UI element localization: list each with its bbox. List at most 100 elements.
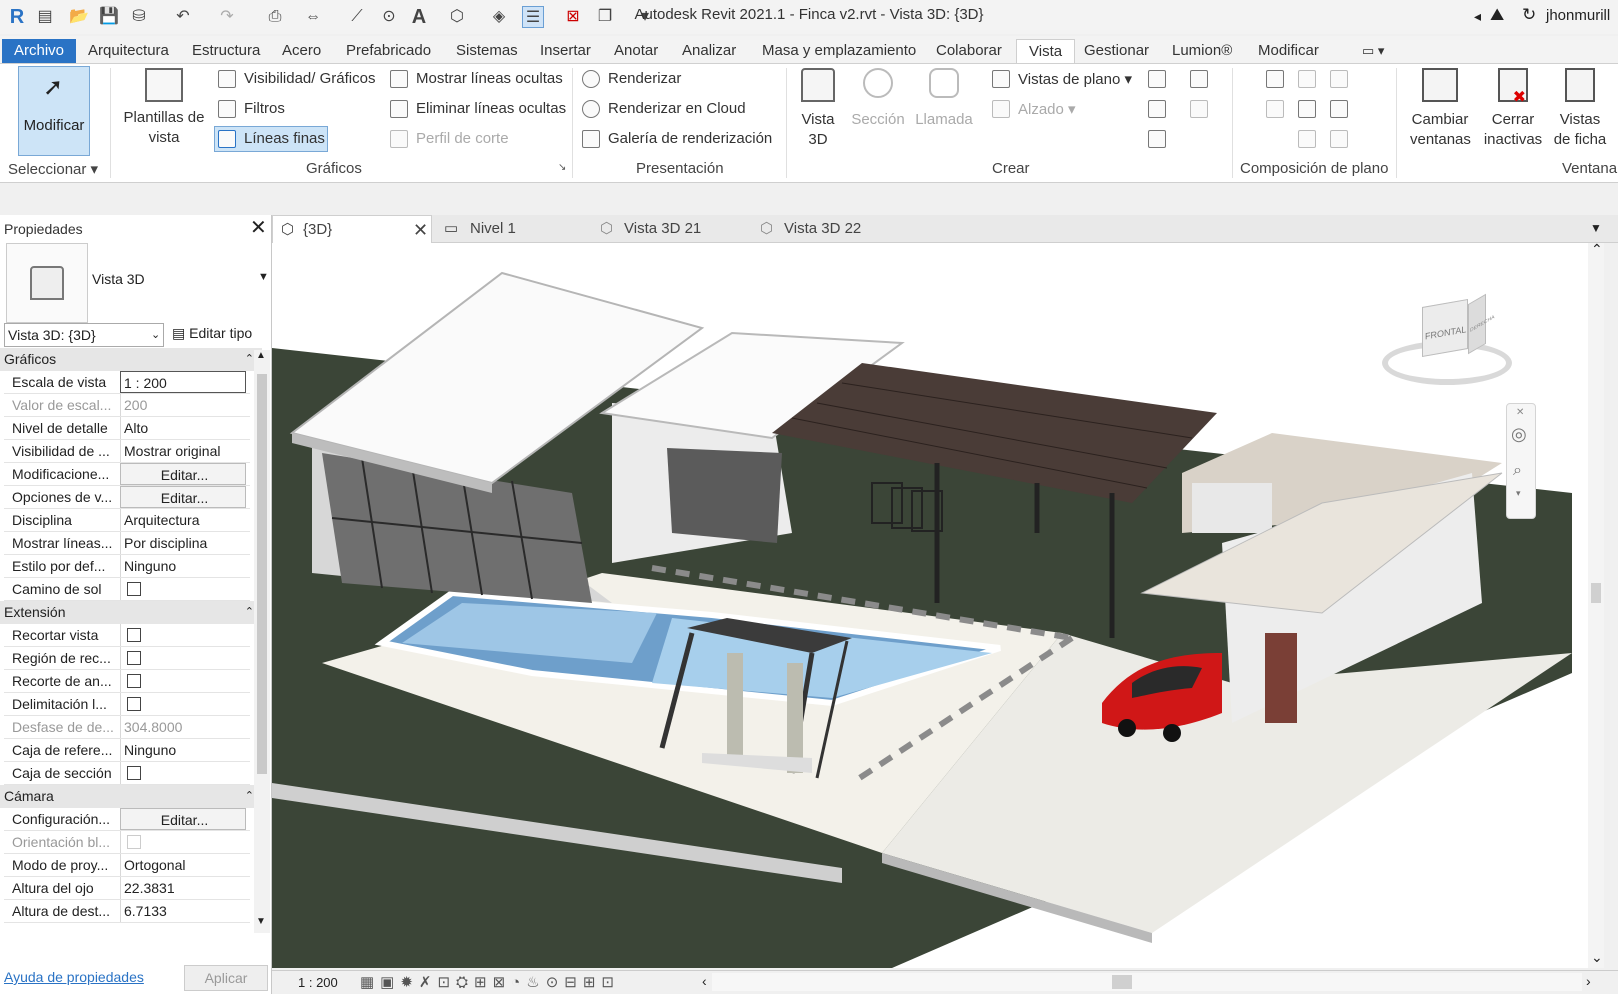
modify-button[interactable]: ➚ Modificar — [18, 66, 90, 156]
tab-gestionar[interactable]: Gestionar — [1078, 39, 1155, 63]
callout-button[interactable]: Llamada — [912, 68, 976, 130]
property-value[interactable]: Mostrar original — [120, 440, 246, 462]
property-checkbox[interactable] — [127, 697, 141, 711]
chevron-down-icon[interactable]: ▾ — [1516, 488, 1521, 499]
close-inactive-button[interactable]: ✖ Cerrar inactivas — [1480, 68, 1546, 150]
tab-analizar[interactable]: Analizar — [676, 39, 742, 63]
scroll-left-icon[interactable]: ‹ — [702, 973, 707, 989]
schedules-icon[interactable] — [1190, 70, 1208, 88]
chevron-up-icon[interactable]: ⌃ — [1591, 241, 1603, 258]
tab-arquitectura[interactable]: Arquitectura — [82, 39, 175, 63]
tab-estructura[interactable]: Estructura — [186, 39, 266, 63]
user-name[interactable]: jhonmurill — [1546, 7, 1610, 24]
property-value[interactable]: Por disciplina — [120, 532, 246, 554]
switch-windows-button[interactable]: Cambiar ventanas — [1404, 68, 1476, 150]
property-value[interactable]: Ortogonal — [120, 854, 246, 876]
group-select-label[interactable]: Seleccionar ▾ — [8, 160, 98, 178]
properties-scrollbar[interactable]: ▲ ▼ — [254, 350, 270, 933]
tab-views-button[interactable]: Vistas de ficha — [1548, 68, 1612, 150]
viewcube[interactable]: FRONTAL DERECHA — [1382, 293, 1512, 385]
plan-views-button[interactable]: Vistas de plano ▾ — [1018, 70, 1132, 88]
scroll-right-icon[interactable]: › — [1586, 973, 1591, 989]
render-gallery-button[interactable]: Galería de renderización — [608, 130, 772, 147]
tabs-menu-icon[interactable]: ▼ — [1590, 221, 1602, 235]
properties-help-link[interactable]: Ayuda de propiedades — [4, 969, 144, 985]
view-3d-button[interactable]: Vista 3D — [792, 68, 844, 150]
property-value[interactable]: 1 : 200 — [120, 371, 246, 393]
remove-hidden-lines-button[interactable]: Eliminar líneas ocultas — [416, 100, 566, 117]
title-block-icon[interactable] — [1330, 70, 1348, 88]
property-checkbox[interactable] — [127, 766, 141, 780]
back-arrow-icon[interactable]: ◂ — [1474, 8, 1481, 25]
scope-box-icon[interactable] — [1190, 100, 1208, 118]
refresh-icon[interactable]: ↻ — [1522, 5, 1536, 25]
edit-type-button[interactable]: ▤ Editar tipo — [172, 325, 252, 342]
dialog-launcher-icon[interactable]: ↘ — [558, 162, 566, 173]
tab-modificar[interactable]: Modificar — [1252, 39, 1325, 63]
view-control-icons[interactable]: ▦▣✹✗⊡⛭⊞⊠◔♨⊙⊟⊞⊡ — [360, 973, 620, 991]
place-view-icon[interactable] — [1298, 70, 1316, 88]
horizontal-scrollbar[interactable] — [712, 973, 1582, 991]
guide-grid-icon[interactable] — [1298, 100, 1316, 118]
filters-button[interactable]: Filtros — [244, 100, 285, 117]
property-edit-button[interactable]: Editar... — [120, 486, 246, 508]
collapse-icon[interactable]: ⌃ — [245, 785, 254, 808]
scroll-thumb[interactable] — [1112, 975, 1132, 989]
viewports-icon[interactable] — [1330, 130, 1348, 148]
matchline-icon[interactable] — [1330, 100, 1348, 118]
view-reference-icon[interactable] — [1298, 130, 1316, 148]
apply-button[interactable]: Aplicar — [184, 965, 268, 991]
tab-vista[interactable]: Vista — [1016, 39, 1076, 63]
revisions-icon[interactable] — [1266, 100, 1284, 118]
type-dropdown-icon[interactable]: ▼ — [258, 271, 269, 283]
property-checkbox[interactable] — [127, 835, 141, 849]
close-icon[interactable]: ✕ — [250, 215, 267, 240]
property-value[interactable]: Arquitectura — [120, 509, 246, 531]
sheet-icon[interactable] — [1266, 70, 1284, 88]
property-value[interactable]: 6.7133 — [120, 900, 246, 922]
cut-profile-button[interactable]: Perfil de corte — [416, 130, 509, 147]
section-button[interactable]: Sección — [846, 68, 910, 130]
view-scale[interactable]: 1 : 200 — [298, 975, 338, 990]
tab-3d[interactable]: ⬡ {3D} ✕ — [272, 215, 432, 243]
3d-viewport[interactable]: FRONTAL DERECHA ✕ ◎ ⌕ ▾ — [272, 243, 1602, 968]
tab-sistemas[interactable]: Sistemas — [450, 39, 524, 63]
property-value[interactable]: Ninguno — [120, 555, 246, 577]
tab-masa-emplazamiento[interactable]: Masa y emplazamiento — [756, 39, 922, 63]
property-checkbox[interactable] — [127, 628, 141, 642]
viewcube-front[interactable]: FRONTAL — [1422, 298, 1468, 358]
tab-acero[interactable]: Acero — [276, 39, 327, 63]
tab-vista-3d-21[interactable]: ⬡ Vista 3D 21 — [600, 215, 750, 243]
legends-icon[interactable] — [1148, 130, 1166, 148]
tab-archivo[interactable]: Archivo — [2, 39, 77, 63]
chevron-down-icon[interactable]: ⌄ — [1591, 949, 1603, 966]
tab-anotar[interactable]: Anotar — [608, 39, 664, 63]
property-edit-button[interactable]: Editar... — [120, 463, 246, 485]
visibility-graphics-button[interactable]: Visibilidad/ Gráficos — [244, 70, 375, 87]
collapse-icon[interactable]: ⌃ — [245, 348, 254, 371]
render-button[interactable]: Renderizar — [608, 70, 681, 87]
tab-insertar[interactable]: Insertar — [534, 39, 597, 63]
close-icon[interactable]: ✕ — [1516, 407, 1524, 418]
view-templates-button[interactable]: Plantillas de vista — [118, 68, 210, 148]
property-checkbox[interactable] — [127, 674, 141, 688]
show-hidden-lines-button[interactable]: Mostrar líneas ocultas — [416, 70, 563, 87]
chevron-up-icon[interactable]: ▲ — [256, 350, 266, 361]
steering-wheel-icon[interactable]: ◎ — [1511, 424, 1527, 445]
type-name[interactable]: Vista 3D — [92, 271, 145, 287]
property-checkbox[interactable] — [127, 651, 141, 665]
duplicate-view-icon[interactable] — [1148, 100, 1166, 118]
property-value[interactable]: Alto — [120, 417, 246, 439]
instance-selector[interactable]: Vista 3D: {3D} ⌄ — [4, 323, 164, 347]
render-cloud-button[interactable]: Renderizar en Cloud — [608, 100, 746, 117]
drafting-view-icon[interactable] — [1148, 70, 1166, 88]
property-group-header[interactable]: Extensión ⌃ — [0, 601, 262, 624]
tab-lumion[interactable]: Lumion® — [1166, 39, 1238, 63]
property-checkbox[interactable] — [127, 582, 141, 596]
close-tab-icon[interactable]: ✕ — [413, 216, 428, 244]
collapse-icon[interactable]: ⌃ — [245, 601, 254, 624]
property-group-header[interactable]: Cámara ⌃ — [0, 785, 262, 808]
property-edit-button[interactable]: Editar... — [120, 808, 246, 830]
binoculars-icon[interactable]: ⛰ — [1490, 5, 1504, 25]
zoom-icon[interactable]: ⌕ — [1513, 462, 1522, 480]
